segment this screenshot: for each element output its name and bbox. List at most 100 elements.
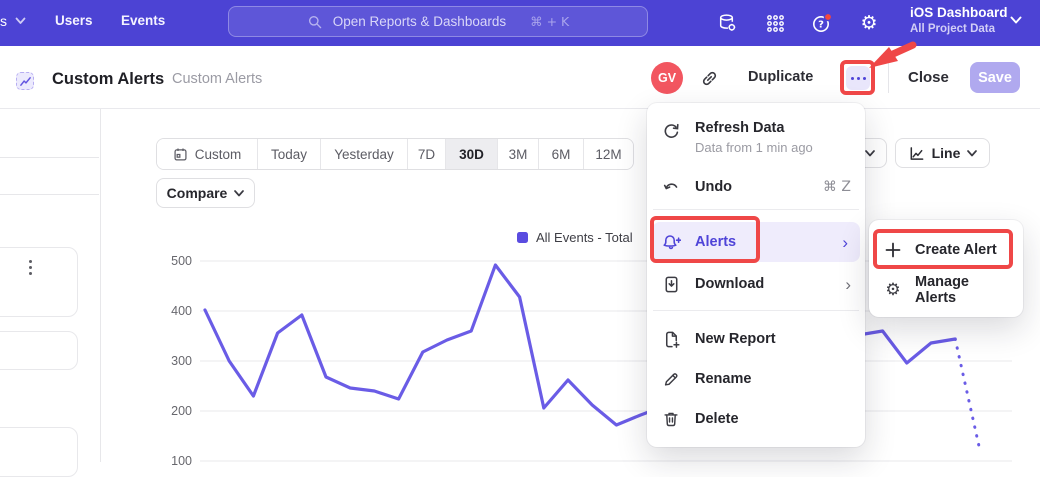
settings-gear-icon[interactable]: ⚙ [856,10,882,36]
global-search-input[interactable]: Open Reports & Dashboards ⌘ + K [228,6,648,37]
chevron-down-icon [865,150,875,157]
menu-item-label: Rename [695,371,851,387]
menu-item-rename[interactable]: Rename [647,359,865,399]
pencil-icon [661,369,681,389]
breadcrumb: Custom Alerts [172,71,262,87]
project-scope: All Project Data [910,23,1008,35]
range-label: 30D [459,147,484,162]
y-axis-tick: 300 [150,354,192,368]
nav-item-events[interactable]: Events [121,13,165,28]
more-vertical-icon[interactable] [29,260,32,275]
compare-label: Compare [167,185,228,201]
undo-icon [661,177,681,197]
menu-item-delete[interactable]: Delete [647,399,865,439]
menu-divider [653,310,859,311]
project-name: iOS Dashboard [910,5,1008,20]
chevron-right-icon: › [842,234,848,251]
menu-item-new-report[interactable]: New Report [647,319,865,359]
menu-item-label: Refresh Data [695,120,813,136]
y-axis-tick: 200 [150,404,192,418]
chevron-right-icon: › [845,276,851,293]
menu-item-label: New Report [695,331,851,347]
legend-label: All Events - Total [536,230,633,245]
range-yesterday[interactable]: Yesterday [321,139,408,169]
copy-link-icon[interactable] [700,69,719,88]
range-label: Today [271,147,307,162]
download-icon [661,274,681,294]
menu-item-download[interactable]: Download › [647,264,865,304]
avatar[interactable]: GV [651,62,683,94]
save-button[interactable]: Save [970,62,1020,93]
sidebar-card[interactable] [0,427,78,477]
submenu-item-label: Create Alert [915,242,1009,258]
range-6m[interactable]: 6M [539,139,584,169]
search-icon [307,14,323,30]
menu-divider [653,209,859,210]
range-label: 7D [418,147,435,162]
range-label: 6M [552,147,571,162]
svg-text:?: ? [818,20,824,31]
menu-item-label: Alerts [695,234,842,250]
nav-item-users[interactable]: Users [55,13,93,28]
submenu-item-manage-alerts[interactable]: ⚙ Manage Alerts [869,270,1023,310]
range-label: Custom [195,147,242,162]
alerts-submenu: Create Alert ⚙ Manage Alerts [869,220,1023,317]
range-7d[interactable]: 7D [408,139,446,169]
range-12m[interactable]: 12M [584,139,633,169]
refresh-icon [661,121,681,141]
sidebar-section-divider [0,194,99,195]
range-30d[interactable]: 30D [446,139,498,169]
project-chevron-down-icon[interactable] [1010,16,1022,25]
chevron-down-icon [967,150,977,157]
report-header: Custom Alerts Custom Alerts GV Duplicate… [0,46,1040,109]
range-3m[interactable]: 3M [498,139,539,169]
chevron-down-icon [234,190,244,197]
chevron-down-icon [15,17,26,25]
top-navbar: s Users Events Open Reports & Dashboards… [0,0,1040,46]
date-range-control: Custom Today Yesterday 7D 30D 3M 6M 12M [156,138,634,170]
y-axis-tick: 100 [150,454,192,468]
project-switcher[interactable]: iOS Dashboard All Project Data [910,5,1008,35]
compare-button[interactable]: Compare [156,178,255,208]
sidebar-card[interactable] [0,247,78,317]
menu-item-undo[interactable]: Undo ⌘ Z [647,167,865,207]
range-custom[interactable]: Custom [157,139,258,169]
header-divider [888,62,889,93]
submenu-item-create-alert[interactable]: Create Alert [869,230,1023,270]
menu-item-refresh-data[interactable]: Refresh Data Data from 1 min ago [647,113,865,163]
menu-item-subtext: Data from 1 min ago [695,140,813,155]
calendar-icon [173,147,188,162]
help-icon[interactable]: ? [809,10,835,36]
new-report-icon [661,329,681,349]
menu-item-label: Undo [695,179,823,195]
menu-item-label: Delete [695,411,851,427]
close-button[interactable]: Close [908,69,949,86]
line-chart-icon [908,145,925,162]
nav-fragment-label: s [0,13,7,29]
gear-icon: ⚙ [883,280,903,300]
range-label: 3M [509,147,528,162]
chart-legend[interactable]: All Events - Total [517,230,633,245]
range-today[interactable]: Today [258,139,321,169]
report-logo-icon [16,72,34,90]
trash-icon [661,409,681,429]
nav-fragment[interactable]: s [0,13,26,29]
chart-type-button[interactable]: Line [895,138,990,168]
apps-grid-icon[interactable] [762,10,788,36]
submenu-item-label: Manage Alerts [915,274,1009,306]
range-label: Yesterday [334,147,394,162]
range-label: 12M [595,147,621,162]
menu-item-label: Download [695,276,845,292]
menu-item-alerts[interactable]: Alerts › [652,222,860,262]
data-management-icon[interactable] [714,10,740,36]
menu-item-shortcut: ⌘ Z [823,179,851,195]
search-placeholder: Open Reports & Dashboards [333,14,506,29]
more-options-button[interactable] [846,66,870,90]
y-axis-tick: 500 [150,254,192,268]
search-shortcut: ⌘ + K [530,14,569,29]
context-menu: Refresh Data Data from 1 min ago Undo ⌘ … [647,103,865,447]
sidebar-section-divider [0,157,99,158]
alert-bell-plus-icon [661,232,681,252]
sidebar-card[interactable] [0,331,78,370]
duplicate-button[interactable]: Duplicate [748,69,813,85]
